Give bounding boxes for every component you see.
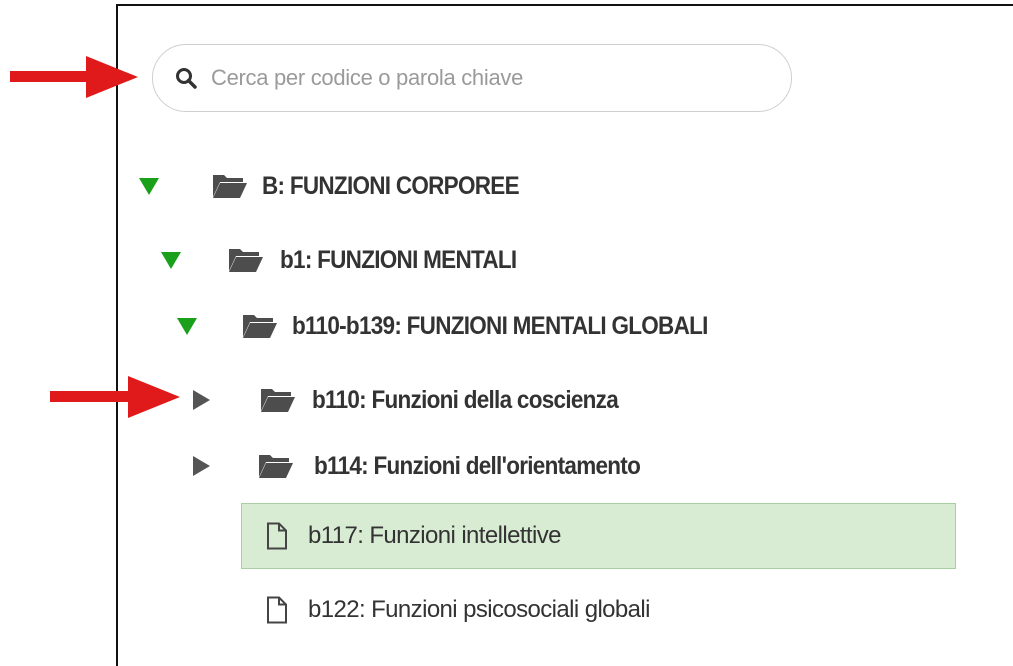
search-input[interactable] xyxy=(209,64,753,92)
folder-open-icon xyxy=(261,389,295,412)
tree-node-label: b110-b139: FUNZIONI MENTALI GLOBALI xyxy=(292,311,708,340)
tree-node-label: b114: Funzioni dell'orientamento xyxy=(314,451,641,480)
tree-leaf-b117[interactable]: b117: Funzioni intellettive xyxy=(266,516,561,556)
tree-node-b114[interactable]: b114: Funzioni dell'orientamento xyxy=(190,446,676,486)
tree-leaf-b122[interactable]: b122: Funzioni psicosociali globali xyxy=(266,590,650,630)
expand-triangle-icon[interactable] xyxy=(176,315,198,337)
file-icon xyxy=(267,522,287,550)
tree-node-b1[interactable]: b1: FUNZIONI MENTALI xyxy=(160,240,543,280)
file-icon xyxy=(267,596,287,624)
collapse-triangle-icon[interactable] xyxy=(190,455,212,477)
expand-triangle-icon[interactable] xyxy=(160,249,182,271)
tree-node-label: b110: Funzioni della coscienza xyxy=(312,385,619,414)
search-icon xyxy=(176,68,197,89)
expand-triangle-icon[interactable] xyxy=(138,175,160,197)
folder-open-icon xyxy=(243,315,277,338)
folder-open-icon xyxy=(259,455,293,478)
tree-node-b[interactable]: B: FUNZIONI CORPOREE xyxy=(138,166,547,206)
folder-open-icon xyxy=(213,175,247,198)
tree-node-b110[interactable]: b110: Funzioni della coscienza xyxy=(190,380,652,420)
tree-node-label: b1: FUNZIONI MENTALI xyxy=(280,245,517,274)
tree-node-b110-b139[interactable]: b110-b139: FUNZIONI MENTALI GLOBALI xyxy=(176,306,754,346)
tree-leaf-label: b117: Funzioni intellettive xyxy=(308,522,561,549)
tree-leaf-label: b122: Funzioni psicosociali globali xyxy=(308,596,650,623)
tree-node-label: B: FUNZIONI CORPOREE xyxy=(262,171,520,200)
annotation-arrow-tree-item xyxy=(50,376,180,418)
annotation-arrow-search xyxy=(10,56,138,98)
collapse-triangle-icon[interactable] xyxy=(190,389,212,411)
folder-open-icon xyxy=(229,249,263,272)
search-box[interactable] xyxy=(152,44,792,112)
